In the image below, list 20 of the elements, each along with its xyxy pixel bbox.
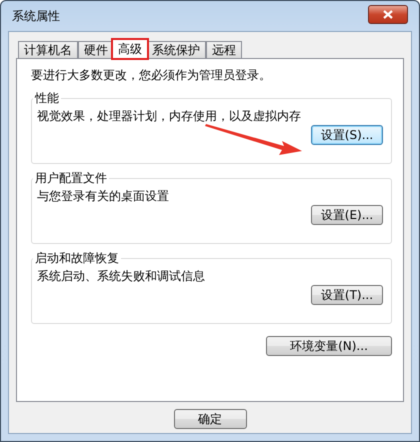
settings-button[interactable]: 设置(E)... <box>311 205 383 225</box>
tab[interactable]: 硬件 <box>78 41 114 59</box>
close-button[interactable] <box>368 4 408 24</box>
settings-button[interactable]: 设置(T)... <box>311 285 383 305</box>
group-title: 启动和故障恢复 <box>34 250 120 267</box>
admin-notice: 要进行大多数更改，您必须作为管理员登录。 <box>31 67 272 84</box>
close-icon <box>383 10 393 18</box>
group-title: 用户配置文件 <box>34 170 108 187</box>
ok-button[interactable]: 确定 <box>174 409 246 429</box>
environment-variables-button[interactable]: 环境变量(N)... <box>266 336 392 356</box>
tab[interactable]: 计算机名 <box>18 41 78 59</box>
group-title: 性能 <box>34 90 60 107</box>
tab[interactable]: 系统保护 <box>146 41 206 59</box>
group-description: 与您登录有关的桌面设置 <box>37 188 170 205</box>
settings-button[interactable]: 设置(S)... <box>311 125 383 145</box>
tab[interactable]: 远程 <box>206 41 242 59</box>
group-description: 系统启动、系统失败和调试信息 <box>37 268 206 285</box>
group-description: 视觉效果，处理器计划，内存使用，以及虚拟内存 <box>37 108 302 125</box>
window-title: 系统属性 <box>12 8 60 24</box>
tab[interactable]: 高级 <box>112 39 148 59</box>
